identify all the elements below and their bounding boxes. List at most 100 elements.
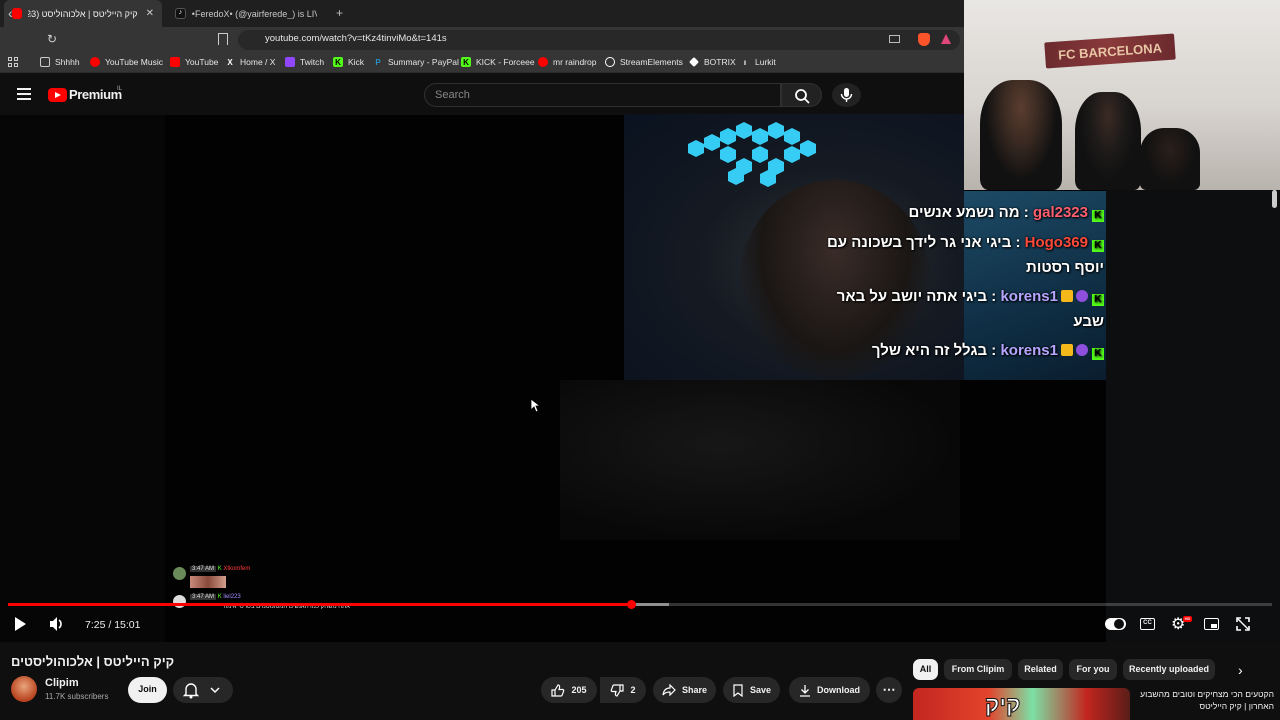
kick-badge-icon: K bbox=[1092, 210, 1104, 222]
bookmark-label: mr raindrop bbox=[553, 57, 597, 67]
crown-badge-icon bbox=[1061, 290, 1073, 302]
bookmark-lurkit[interactable]: ı Lurkit bbox=[740, 57, 776, 67]
progress-scrubber[interactable] bbox=[627, 600, 636, 609]
overlay-chat-line: KHogo369 : ביגי אני גר לידך בשכונה עם bbox=[827, 234, 1104, 252]
youtube-icon bbox=[538, 57, 548, 67]
chat-message-continuation: יוסף רסטות bbox=[1026, 259, 1104, 276]
related-video-thumbnail[interactable]: קיק bbox=[913, 688, 1130, 720]
chips-next-icon[interactable]: › bbox=[1238, 662, 1243, 678]
lurkit-icon: ı bbox=[743, 57, 747, 67]
bookmark-youtube[interactable]: YouTube bbox=[170, 57, 218, 67]
brave-shield-icon[interactable] bbox=[918, 33, 930, 46]
overlay-chat-line: Kgal2323 : מה נשמע אנשים bbox=[908, 204, 1104, 222]
volume-icon[interactable] bbox=[48, 616, 66, 632]
brave-rewards-icon[interactable] bbox=[941, 34, 951, 44]
cast-icon[interactable] bbox=[889, 35, 900, 43]
like-button[interactable]: 205 bbox=[541, 677, 597, 703]
chip-from-clipim[interactable]: From Clipim bbox=[944, 659, 1012, 680]
chat-username: korens1 bbox=[1000, 288, 1058, 305]
fullscreen-icon[interactable] bbox=[1236, 617, 1250, 631]
bookmark-kick[interactable]: K Kick bbox=[333, 57, 364, 67]
overlay-chat-line: Kkorens1 : בגלל זה היא שלך bbox=[872, 342, 1104, 360]
microphone-icon bbox=[840, 88, 853, 102]
bookmark-home-x[interactable]: X Home / X bbox=[225, 57, 275, 67]
chat-username: liel223 bbox=[223, 594, 241, 600]
search-button[interactable] bbox=[781, 83, 822, 107]
close-tab-icon[interactable]: ✕ bbox=[146, 8, 154, 19]
url-text: youtube.com/watch?v=tKz4tinviMo&t=141s bbox=[265, 33, 447, 44]
kick-badge-icon: K bbox=[1092, 348, 1104, 360]
subscribed-notifications-button[interactable] bbox=[173, 677, 233, 703]
thumbs-up-icon bbox=[551, 683, 565, 697]
chip-for-you[interactable]: For you bbox=[1069, 659, 1117, 680]
chat-message: מה נשמע אנשים bbox=[908, 204, 1020, 221]
forward-button[interactable]: › bbox=[28, 5, 33, 21]
kick-badge-icon: K bbox=[1092, 240, 1104, 252]
download-button[interactable]: Download bbox=[789, 677, 870, 703]
bookmark-label: YouTube bbox=[185, 57, 219, 67]
youtube-logo-icon[interactable] bbox=[48, 88, 67, 102]
kick-icon: K bbox=[333, 57, 343, 67]
share-button[interactable]: Share bbox=[653, 677, 716, 703]
reload-button[interactable]: ↻ bbox=[47, 32, 57, 46]
theater-mode-icon[interactable] bbox=[1204, 618, 1219, 630]
tab-inactive[interactable]: ♪ •FeredoX• (@yairferede_) is LIVE - Ti bbox=[167, 0, 325, 27]
dislike-button[interactable]: 2 bbox=[600, 677, 646, 703]
apps-grid-icon[interactable] bbox=[8, 57, 18, 67]
premium-logo-text[interactable]: Premium bbox=[69, 87, 122, 102]
join-button[interactable]: Join bbox=[128, 677, 167, 703]
bookmark-twitch[interactable]: Twitch bbox=[285, 57, 324, 67]
kick-badge-icon: K bbox=[1092, 294, 1104, 306]
chat-username: Xtkomfem bbox=[223, 566, 251, 572]
bookmark-paypal[interactable]: P Summary - PayPal bbox=[373, 57, 459, 67]
share-icon bbox=[662, 684, 676, 696]
overlay-chat-line: Kkorens1 : ביגי אתה יושב על באר bbox=[837, 288, 1104, 306]
emote-image bbox=[190, 576, 226, 588]
channel-name[interactable]: Clipim bbox=[45, 677, 79, 689]
search-input[interactable]: Search bbox=[424, 83, 781, 107]
folder-icon bbox=[40, 57, 50, 67]
gameplay-footage bbox=[560, 380, 960, 540]
chat-time: 3:47 AM bbox=[190, 566, 217, 572]
bookmark-youtube-music[interactable]: YouTube Music bbox=[90, 57, 163, 67]
search-icon bbox=[795, 89, 810, 104]
scrollbar-thumb[interactable] bbox=[1272, 190, 1277, 208]
bookmark-mr-raindrop[interactable]: mr raindrop bbox=[538, 57, 596, 67]
bookmark-shhhh[interactable]: Shhhh bbox=[40, 57, 80, 67]
bookmark-streamelements[interactable]: StreamElements bbox=[605, 57, 683, 67]
kick-badge-icon: K bbox=[217, 594, 222, 600]
bookmark-botrix[interactable]: BOTRIX bbox=[689, 57, 736, 67]
chip-recently-uploaded[interactable]: Recently uploaded bbox=[1123, 659, 1215, 680]
back-button[interactable]: ‹ bbox=[8, 5, 13, 21]
paypal-icon: P bbox=[375, 57, 381, 67]
avatar bbox=[173, 595, 186, 608]
bookmark-label: StreamElements bbox=[620, 57, 683, 67]
autoplay-toggle[interactable] bbox=[1105, 618, 1126, 630]
menu-icon[interactable] bbox=[17, 88, 31, 103]
chat-message: בגלל זה היא שלך bbox=[871, 342, 988, 359]
chat-username: gal2323 bbox=[1032, 204, 1088, 221]
x-icon: X bbox=[227, 57, 233, 67]
chat-message-continuation: שבע bbox=[1073, 313, 1104, 330]
share-label: Share bbox=[681, 685, 707, 695]
voice-search-button[interactable] bbox=[832, 83, 861, 107]
streamelements-icon bbox=[605, 57, 615, 67]
play-button[interactable] bbox=[15, 617, 26, 631]
new-tab-button[interactable]: + bbox=[336, 6, 343, 20]
bookmark-star-icon[interactable] bbox=[218, 33, 228, 45]
more-actions-icon[interactable]: ⋯ bbox=[876, 677, 902, 703]
chip-related[interactable]: Related bbox=[1018, 659, 1063, 680]
kick-badge-icon: K bbox=[217, 566, 222, 572]
bookmark-kick-forceee[interactable]: K KICK - Forceee bbox=[461, 57, 535, 67]
bookmark-label: Home / X bbox=[240, 57, 276, 67]
related-video-title[interactable]: הקטעים הכי מצחיקים וטובים מהשבוע האחרון … bbox=[1134, 688, 1274, 712]
hd-badge: HD bbox=[1183, 616, 1192, 622]
bell-icon bbox=[182, 683, 220, 699]
tiktok-favicon-icon: ♪ bbox=[175, 8, 186, 19]
chip-all[interactable]: All bbox=[913, 659, 938, 680]
bookmark-label: YouTube Music bbox=[105, 57, 163, 67]
channel-avatar[interactable] bbox=[11, 676, 37, 702]
save-button[interactable]: Save bbox=[723, 677, 780, 703]
captions-icon[interactable]: CC bbox=[1140, 618, 1155, 630]
bookmark-label: Twitch bbox=[300, 57, 325, 67]
